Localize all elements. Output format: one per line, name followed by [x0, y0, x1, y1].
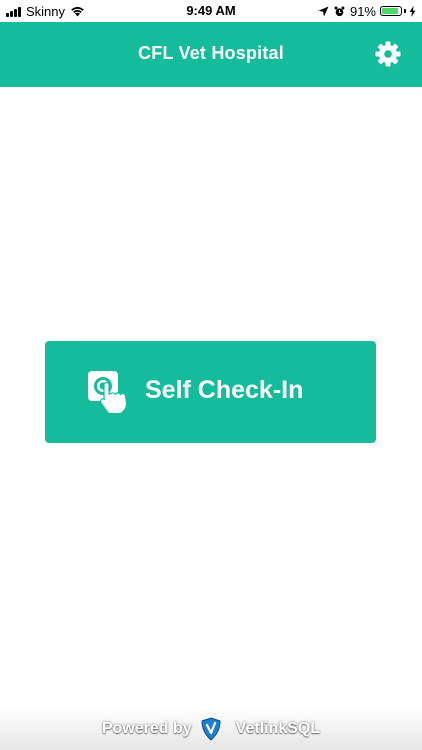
- battery-percent: 91%: [349, 3, 376, 19]
- self-check-in-button[interactable]: Self Check-In: [45, 341, 376, 443]
- footer: Powered by VetlinkSQL: [0, 706, 422, 750]
- self-check-in-label: Self Check-In: [145, 376, 304, 404]
- battery-icon: [380, 6, 402, 16]
- charging-icon: [409, 5, 416, 17]
- battery-level: [382, 8, 399, 14]
- brand-name: VetlinkSQL: [235, 720, 321, 737]
- footer-branding: Powered by VetlinkSQL: [0, 716, 422, 742]
- status-bar: Skinny 9:49 AM 91%: [0, 0, 422, 22]
- page-title: CFL Vet Hospital: [138, 43, 284, 63]
- settings-button[interactable]: [374, 40, 402, 68]
- location-icon: [318, 6, 329, 16]
- battery-tip: [404, 9, 406, 13]
- powered-by-label: Powered by: [101, 720, 192, 737]
- alarm-icon: [334, 6, 345, 16]
- nav-bar: CFL Vet Hospital: [0, 22, 422, 87]
- status-right: 91%: [318, 3, 416, 19]
- shield-icon: [201, 717, 221, 741]
- touch-icon: [88, 371, 128, 415]
- app-screen: Skinny 9:49 AM 91% CFL Vet Hospital Self…: [0, 0, 422, 750]
- gear-icon[interactable]: [374, 40, 402, 68]
